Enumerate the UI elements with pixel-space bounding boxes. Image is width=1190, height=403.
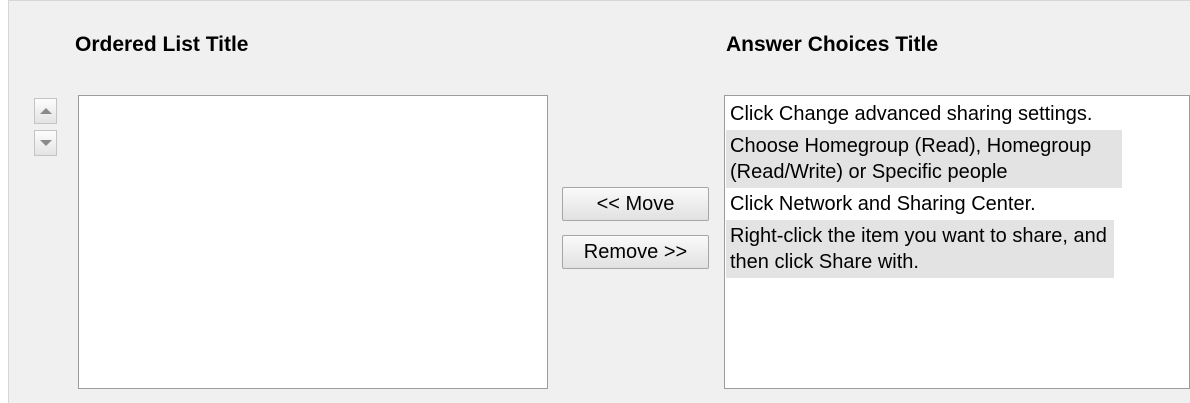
arrow-up-icon [40,108,52,114]
answer-choice-item[interactable]: Right-click the item you want to share, … [726,220,1114,278]
answer-choice-item[interactable]: Click Network and Sharing Center. [726,188,1156,220]
answer-choice-item[interactable]: Click Change advanced sharing settings. [726,98,1106,130]
ordered-list-title: Ordered List Title [75,33,249,56]
arrow-down-icon [40,140,52,146]
ordered-list-box[interactable] [78,95,548,389]
move-down-button[interactable] [34,130,57,156]
move-button[interactable]: << Move [562,187,709,221]
remove-button[interactable]: Remove >> [562,235,709,269]
answer-choices-title: Answer Choices Title [726,33,939,56]
answer-choices-list[interactable]: Click Change advanced sharing settings. … [724,95,1190,389]
ordering-question-panel: Ordered List Title Answer Choices Title … [8,0,1190,403]
move-up-button[interactable] [34,98,57,124]
answer-choice-item[interactable]: Choose Homegroup (Read), Homegroup (Read… [726,130,1122,188]
